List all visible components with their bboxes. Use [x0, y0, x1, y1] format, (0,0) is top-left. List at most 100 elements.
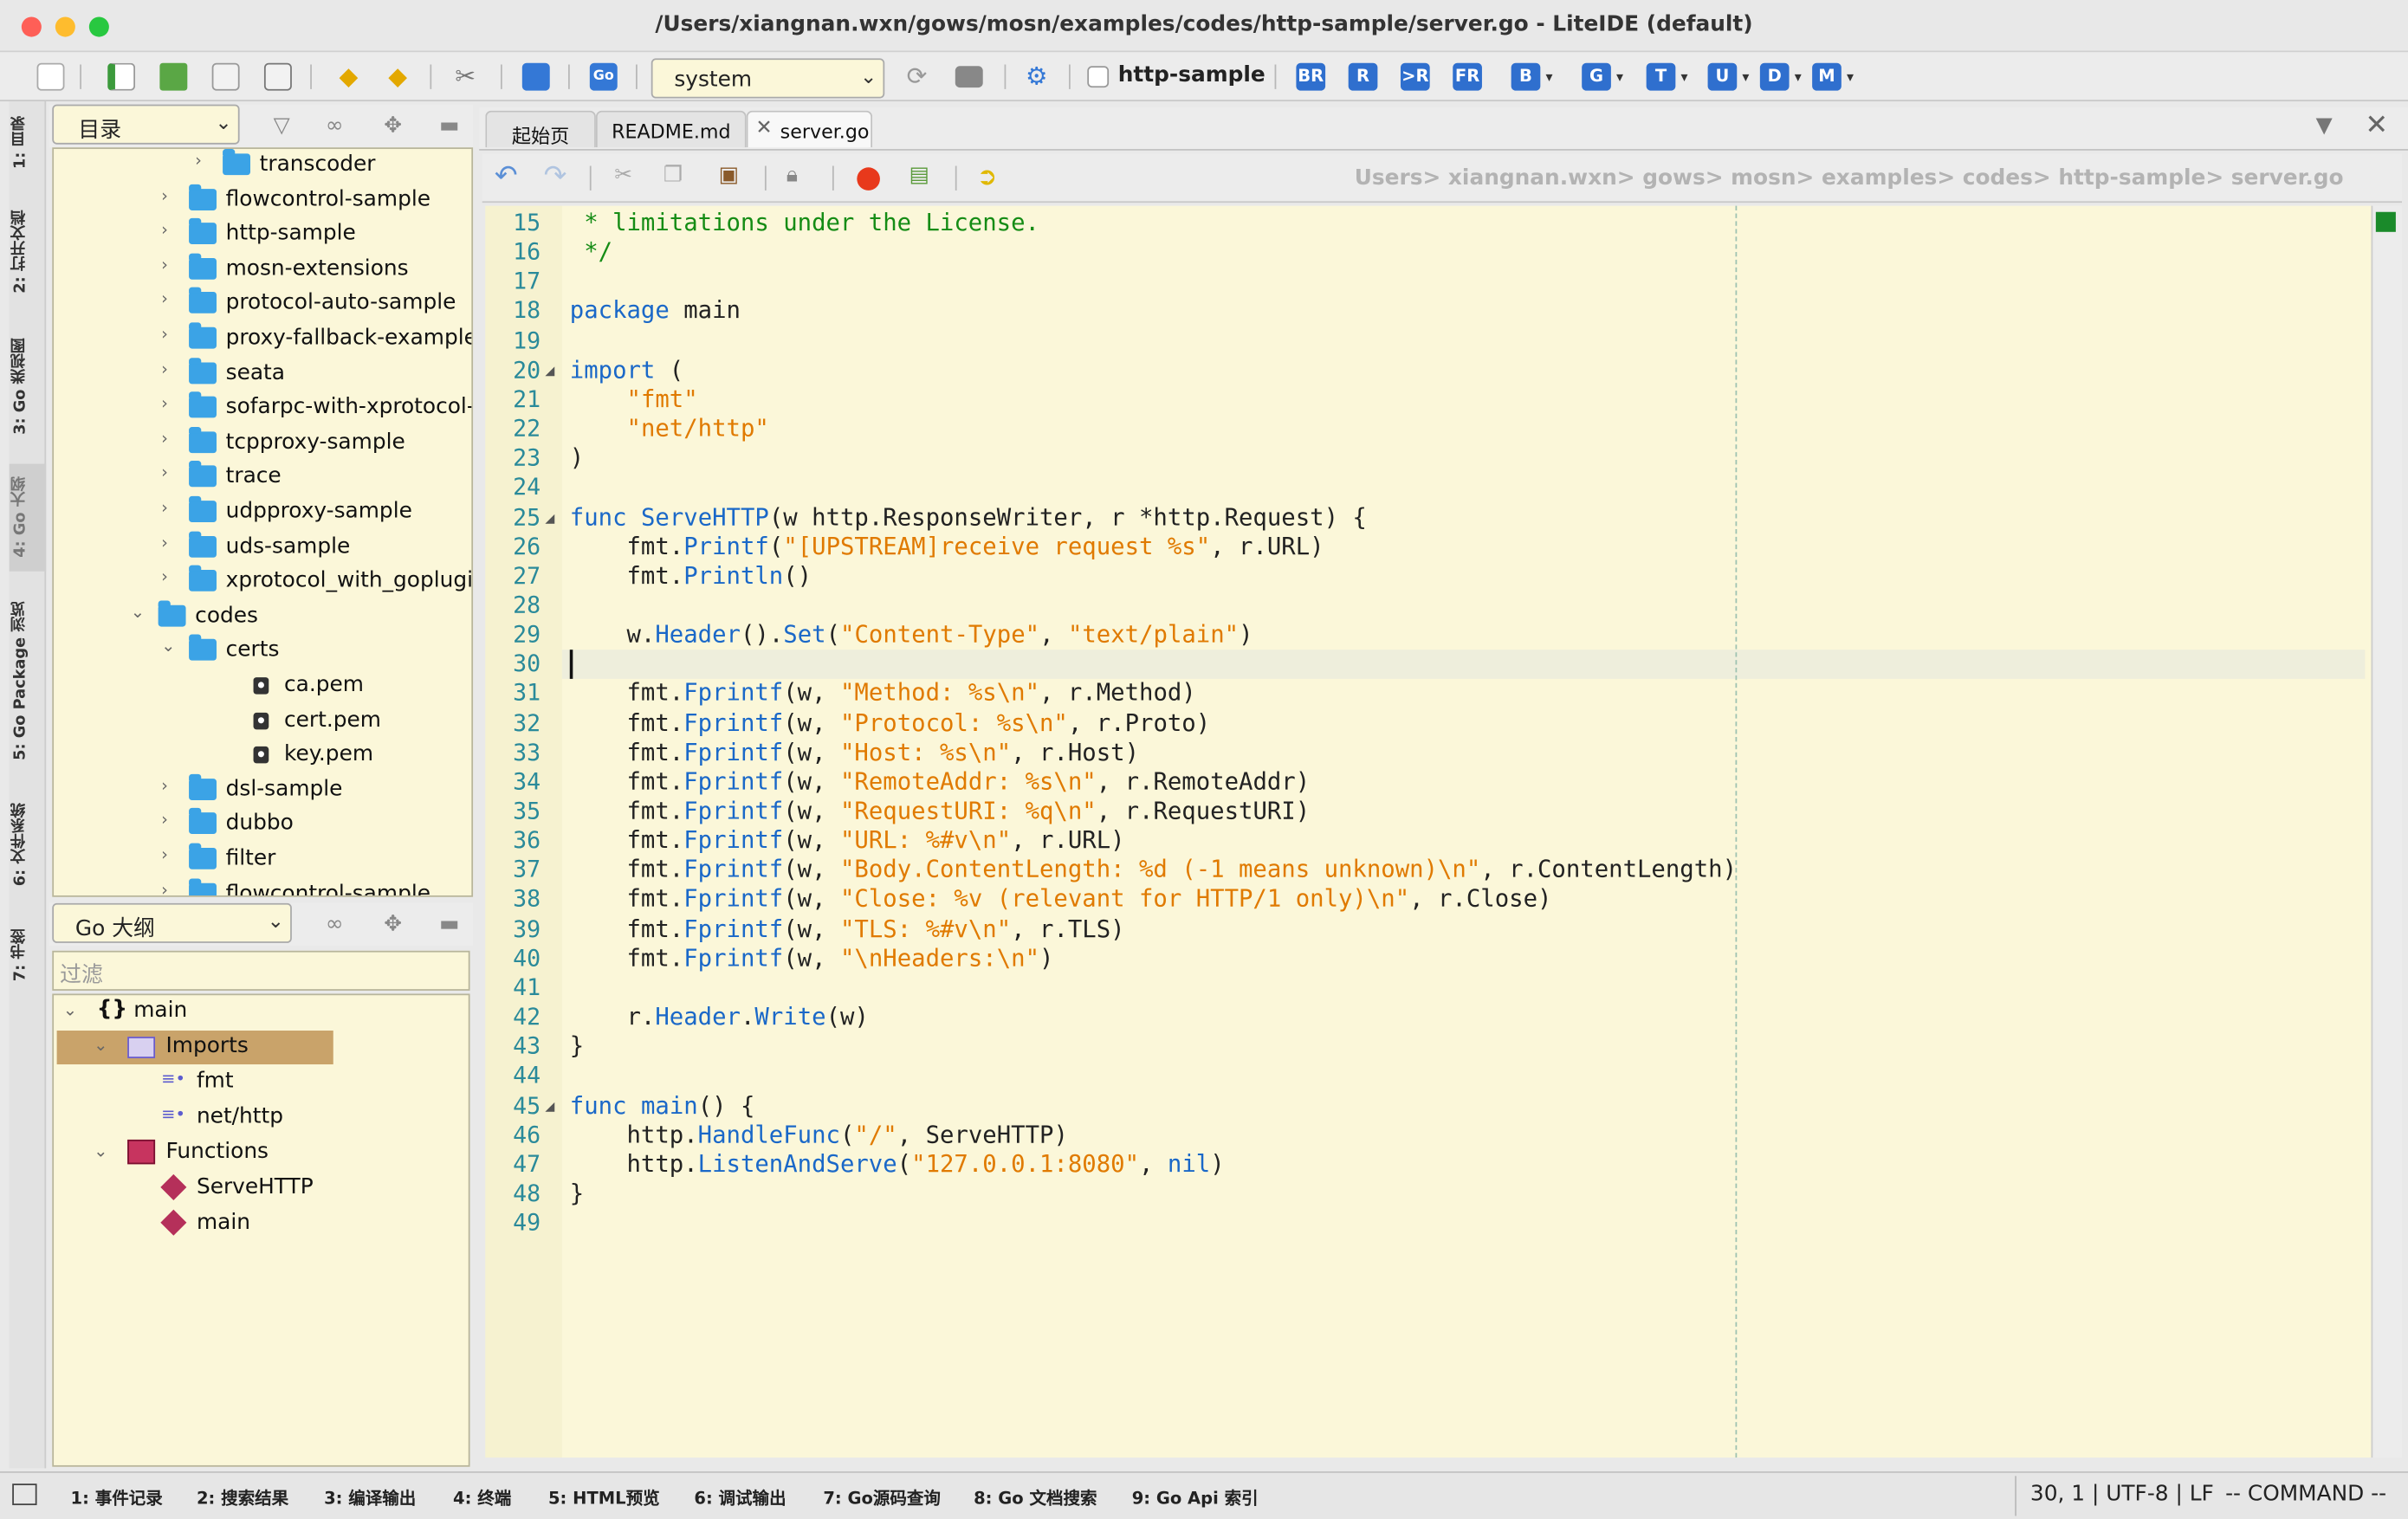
run-arrow-icon[interactable]: ➲ — [977, 161, 998, 191]
side-tab-open-docs[interactable]: 2: 打开文档 — [10, 193, 47, 310]
status-tab-events[interactable]: 1: 事件记录 — [71, 1485, 163, 1509]
tree-item[interactable]: › http-sample — [54, 218, 471, 252]
outline-item-imports[interactable]: ⌄ Imports — [56, 1031, 333, 1065]
chevron-right-icon[interactable]: › — [161, 844, 168, 864]
test-button[interactable]: T ▾ — [1646, 62, 1688, 91]
tree-item[interactable]: › tcpproxy-sample — [54, 426, 471, 461]
close-editor-icon[interactable]: ✕ — [2365, 109, 2388, 141]
settings-gear-icon[interactable]: ⚙ — [1023, 62, 1051, 91]
tree-item[interactable]: ⌄ codes — [54, 600, 471, 634]
env-select[interactable]: system ⌄ — [651, 58, 885, 99]
status-tab-debug-output[interactable]: 6: 调试输出 — [694, 1485, 786, 1509]
open-folder-icon[interactable] — [159, 62, 188, 91]
status-tab-search[interactable]: 2: 搜索结果 — [197, 1485, 288, 1509]
tree-item[interactable]: ca.pem — [54, 669, 471, 703]
side-tab-directory[interactable]: 1: 目录 — [10, 111, 47, 175]
goto-icon[interactable]: ▤ — [909, 163, 929, 187]
tree-item[interactable]: cert.pem — [54, 704, 471, 738]
fold-marker-icon[interactable]: ◢ — [545, 511, 554, 525]
copy-icon[interactable]: ❐ — [663, 163, 683, 187]
tree-item[interactable]: › mosn-extensions — [54, 253, 471, 287]
chevron-right-icon[interactable]: › — [161, 393, 168, 413]
sync-icon[interactable]: ✥ — [384, 113, 402, 138]
chevron-down-icon[interactable]: ⌄ — [131, 602, 145, 622]
new-file-icon[interactable] — [36, 62, 65, 91]
redo-icon[interactable]: ↷ — [544, 159, 567, 191]
status-tab-api-index[interactable]: 9: Go Api 索引 — [1132, 1485, 1259, 1509]
tree-item[interactable]: › transcoder — [54, 149, 471, 183]
collapse-panel-icon[interactable]: ▬ — [439, 912, 459, 936]
chevron-right-icon[interactable]: › — [161, 533, 168, 553]
tools-icon[interactable]: ✂ — [451, 62, 479, 91]
outline-item-fmt[interactable]: ≡• fmt — [54, 1066, 469, 1100]
save-all-icon[interactable] — [263, 62, 292, 91]
open-file-icon[interactable] — [211, 62, 240, 91]
tree-item[interactable]: › dubbo — [54, 808, 471, 843]
tree-item[interactable]: › seata — [54, 357, 471, 391]
run-button[interactable]: R — [1348, 62, 1378, 91]
debug-button[interactable]: D ▾ — [1759, 62, 1802, 91]
build-run-button[interactable]: BR — [1296, 62, 1326, 91]
chevron-right-icon[interactable]: › — [161, 810, 168, 830]
outline-item-main[interactable]: ⌄ {} main — [54, 995, 469, 1029]
side-tab-package-browser[interactable]: 5: Go Package 浏览 — [10, 590, 47, 771]
new-project-icon[interactable] — [107, 62, 136, 91]
status-tab-doc-search[interactable]: 8: Go 文档搜索 — [974, 1485, 1097, 1509]
chevron-right-icon[interactable]: › — [161, 255, 168, 275]
tab-readme[interactable]: README.md — [595, 110, 747, 148]
file-run-button[interactable]: FR — [1453, 62, 1482, 91]
link-icon[interactable]: ∞ — [326, 113, 344, 138]
tree-item[interactable]: › xprotocol_with_goplugi — [54, 565, 471, 599]
side-tab-filesystem[interactable]: 6: 文件系统 — [10, 790, 47, 901]
editor-scrollbar[interactable] — [2371, 205, 2402, 1458]
tree-item[interactable]: › proxy-fallback-example — [54, 322, 471, 356]
status-tab-source-query[interactable]: 7: Go源码查询 — [823, 1485, 941, 1509]
toggle-panel-icon[interactable] — [12, 1483, 37, 1506]
run-terminal-button[interactable]: >R — [1400, 62, 1430, 91]
get-button[interactable]: G ▾ — [1582, 62, 1623, 91]
home-icon[interactable] — [521, 62, 550, 91]
outline-item-functions[interactable]: ⌄ Functions — [54, 1136, 469, 1170]
chevron-right-icon[interactable]: › — [161, 220, 168, 240]
side-tab-outline[interactable]: 4: Go 大纲 — [9, 463, 47, 572]
filter-icon[interactable]: ▽ — [274, 113, 290, 138]
chevron-right-icon[interactable]: › — [161, 879, 168, 895]
outline-filter-input[interactable]: 过滤 — [52, 950, 470, 991]
breakpoint-icon[interactable] — [857, 167, 880, 191]
tree-item[interactable]: ⌄ certs — [54, 635, 471, 669]
module-button[interactable]: M ▾ — [1812, 62, 1854, 91]
sync-icon[interactable]: ✥ — [384, 912, 402, 936]
outline-item-net-http[interactable]: ≡• net/http — [54, 1102, 469, 1135]
chevron-right-icon[interactable]: › — [195, 151, 202, 171]
back-icon[interactable]: ◆ — [335, 62, 363, 91]
status-tab-terminal[interactable]: 4: 终端 — [453, 1485, 511, 1509]
project-checkbox[interactable] — [1087, 66, 1110, 88]
tab-start-page[interactable]: 起始页 — [485, 110, 596, 148]
close-tab-icon[interactable]: ✕ — [755, 117, 772, 140]
fold-marker-icon[interactable]: ◢ — [545, 1099, 554, 1113]
code-editor[interactable]: * limitations under the License. */ packa… — [561, 205, 2372, 1458]
tree-item[interactable]: key.pem — [54, 739, 471, 772]
status-tab-build-output[interactable]: 3: 编译输出 — [324, 1485, 416, 1509]
link-icon[interactable]: ∞ — [326, 912, 344, 936]
tree-item[interactable]: › uds-sample — [54, 530, 471, 565]
chevron-right-icon[interactable]: › — [161, 428, 168, 448]
chevron-right-icon[interactable]: › — [161, 289, 168, 309]
chevron-right-icon[interactable]: › — [161, 185, 168, 205]
update-button[interactable]: U ▾ — [1707, 62, 1749, 91]
chevron-right-icon[interactable]: › — [161, 498, 168, 518]
edit-env-icon[interactable] — [955, 66, 983, 88]
lock-icon[interactable]: 🔒︎ — [786, 163, 798, 187]
tree-item[interactable]: › flowcontrol-sample — [54, 184, 471, 217]
tree-item[interactable]: › udpproxy-sample — [54, 495, 471, 530]
forward-icon[interactable]: ◆ — [384, 62, 411, 91]
go-icon[interactable]: Go — [589, 62, 618, 91]
chevron-right-icon[interactable]: › — [161, 567, 168, 587]
status-tab-html-preview[interactable]: 5: HTML预览 — [548, 1485, 660, 1509]
paste-icon[interactable]: ▣ — [719, 163, 739, 187]
undo-icon[interactable]: ↶ — [495, 159, 518, 191]
side-tab-bookmarks[interactable]: 7: 书签 — [10, 919, 47, 992]
collapse-panel-icon[interactable]: ▬ — [439, 113, 459, 138]
tree-item[interactable]: › sofarpc-with-xprotocol- — [54, 391, 471, 426]
tree-item[interactable]: › filter — [54, 843, 471, 877]
